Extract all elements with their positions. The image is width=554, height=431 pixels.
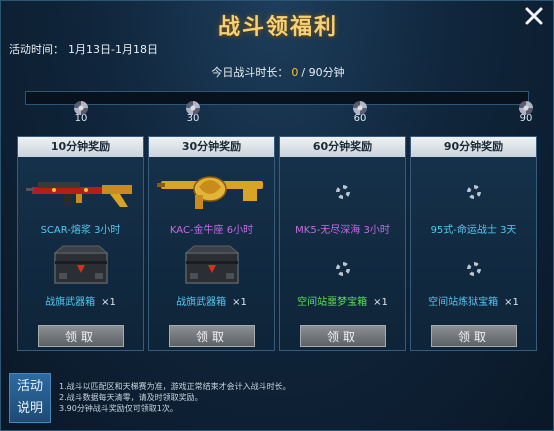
activity-time-range: 1月13日-1月18日 — [68, 43, 158, 56]
loading-spinner-icon — [467, 262, 481, 276]
loading-spinner-icon — [336, 185, 350, 199]
card-header: 30分钟奖励 — [149, 137, 274, 157]
weapon-reward-name: 95式-命运战士 3天 — [430, 225, 517, 236]
today-battle-time: 今日战斗时长： 0/ 90分钟 — [1, 64, 554, 80]
card-header: 60分钟奖励 — [280, 137, 405, 157]
scar-rifle-icon — [24, 165, 139, 215]
battle-progress-bar — [25, 91, 529, 105]
crate-reward-name: 空间站噩梦宝箱 — [297, 297, 368, 308]
today-current: 0 — [291, 66, 299, 79]
claim-button-90min[interactable]: 领取 — [431, 325, 517, 347]
crate-reward-qty: ×1 — [504, 297, 519, 308]
rule-line: 1.战斗以匹配区和天梯赛为准，游戏正常结束才会计入战斗时长。 — [59, 382, 291, 391]
dialog-title: 战斗领福利 — [217, 15, 338, 40]
weapon-crate-icon — [51, 243, 111, 287]
progress-tick-60: 60 — [350, 101, 370, 124]
crate-reward-qty: ×1 — [101, 297, 116, 308]
rule-line: 3.90分钟战斗奖励仅可领取1次。 — [59, 404, 178, 413]
reward-card-90min: 90分钟奖励 95式-命运战士 3天 空间站炼狱宝箱 ×1 领取 — [410, 136, 537, 351]
crate-reward-name: 空间站炼狱宝箱 — [428, 297, 499, 308]
crate-reward: 空间站噩梦宝箱 ×1 — [280, 293, 405, 308]
explain-line-1: 活动 — [16, 379, 43, 394]
loading-spinner-icon — [467, 185, 481, 199]
reward-card-10min: 10分钟奖励 SCAR-熔浆 3小时 战旗武器箱 ×1 领取 — [17, 136, 144, 351]
loading-spinner-icon — [336, 262, 350, 276]
today-separator: / — [301, 66, 306, 79]
card-header: 90分钟奖励 — [411, 137, 536, 157]
claim-button-30min[interactable]: 领取 — [169, 325, 255, 347]
reward-cards: 10分钟奖励 SCAR-熔浆 3小时 战旗武器箱 ×1 领取 30分钟奖励 KA… — [17, 136, 547, 351]
crate-reward-name: 战旗武器箱 — [45, 297, 96, 308]
reward-card-60min: 60分钟奖励 MK5-无尽深海 3小时 空间站噩梦宝箱 ×1 领取 — [279, 136, 406, 351]
milestone-icon — [353, 101, 367, 115]
activity-explanation-tag: 活动 说明 — [9, 373, 51, 423]
card-header: 10分钟奖励 — [18, 137, 143, 157]
claim-button-60min[interactable]: 领取 — [300, 325, 386, 347]
weapon-reward-name: SCAR-熔浆 3小时 — [40, 225, 121, 236]
claim-button-10min[interactable]: 领取 — [38, 325, 124, 347]
close-button[interactable] — [523, 5, 545, 27]
reward-dialog: 战斗领福利 活动时间： 1月13日-1月18日 今日战斗时长： 0/ 90分钟 10… — [0, 0, 554, 431]
milestone-icon — [74, 101, 88, 115]
explain-line-2: 说明 — [16, 401, 43, 416]
rule-line: 2.战斗数据每天清零，请及时领取奖励。 — [59, 393, 203, 402]
milestone-icon — [186, 101, 200, 115]
crate-reward: 空间站炼狱宝箱 ×1 — [411, 293, 536, 308]
weapon-reward-name: KAC-金牛座 6小时 — [169, 225, 254, 236]
kac-gold-rifle-icon — [155, 165, 270, 215]
activity-time-label: 活动时间： — [9, 43, 64, 56]
today-total: 90分钟 — [308, 66, 345, 79]
activity-time: 活动时间： 1月13日-1月18日 — [9, 41, 162, 57]
reward-card-30min: 30分钟奖励 KAC-金牛座 6小时 战旗武器箱 ×1 领取 — [148, 136, 275, 351]
crate-reward: 战旗武器箱 ×1 — [18, 293, 143, 308]
weapon-reward-name: MK5-无尽深海 3小时 — [295, 225, 390, 236]
rules-text: 1.战斗以匹配区和天梯赛为准，游戏正常结束才会计入战斗时长。 2.战斗数据每天清… — [59, 381, 291, 414]
progress-tick-10: 10 — [71, 101, 91, 124]
weapon-crate-icon — [182, 243, 242, 287]
crate-reward: 战旗武器箱 ×1 — [149, 293, 274, 308]
milestone-icon — [519, 101, 533, 115]
crate-reward-qty: ×1 — [373, 297, 388, 308]
progress-tick-90: 90 — [516, 101, 536, 124]
close-icon — [525, 7, 543, 25]
progress-tick-30: 30 — [183, 101, 203, 124]
crate-reward-qty: ×1 — [232, 297, 247, 308]
today-label: 今日战斗时长： — [211, 66, 289, 79]
crate-reward-name: 战旗武器箱 — [176, 297, 227, 308]
